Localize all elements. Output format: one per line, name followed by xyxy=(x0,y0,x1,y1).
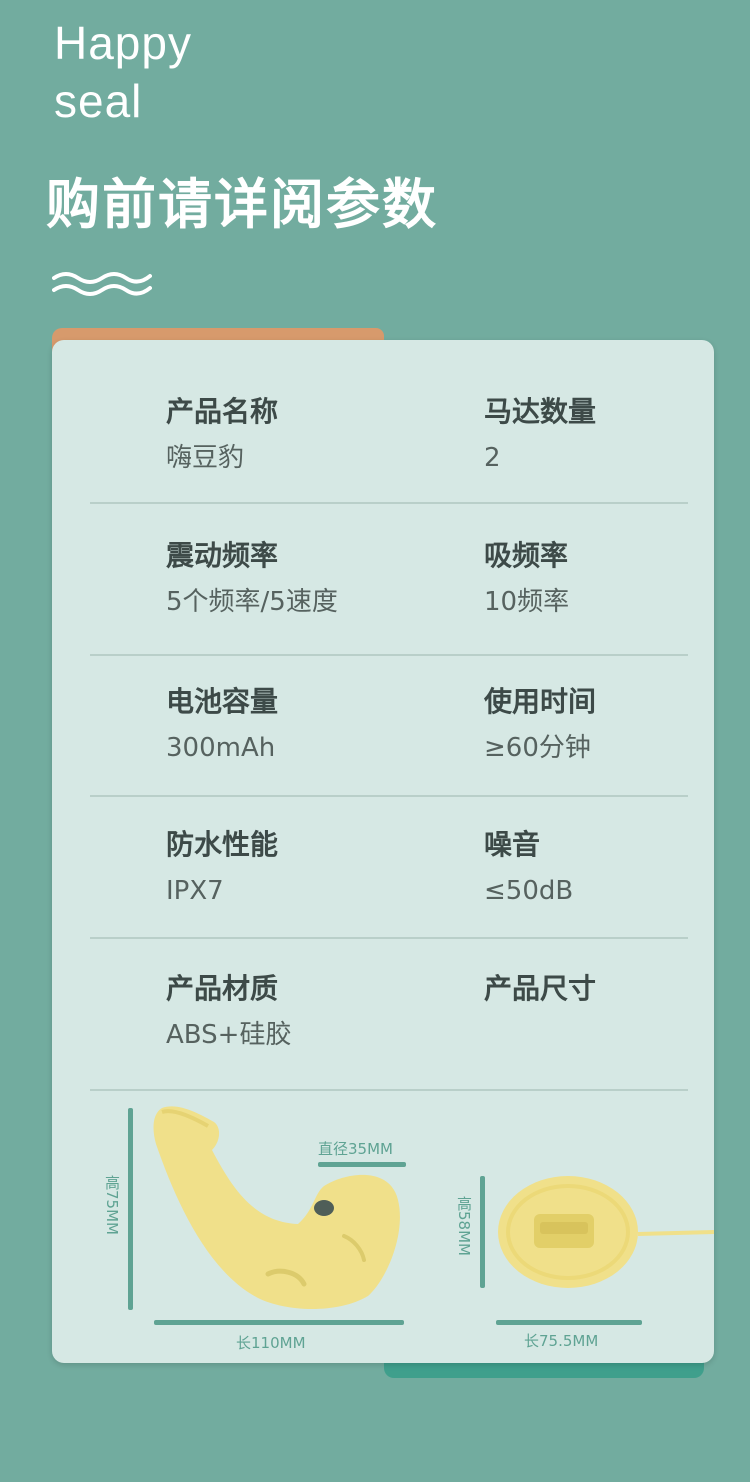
device-diameter-label: 直径35MM xyxy=(318,1140,393,1158)
spec-label: 电池容量 xyxy=(166,685,279,718)
spec-label: 产品名称 xyxy=(166,395,279,428)
brand-line-2: seal xyxy=(54,75,143,127)
device-height-label: 高75MM xyxy=(103,1175,121,1235)
spec-value: ≥60分钟 xyxy=(484,733,591,763)
spec-value: 300mAh xyxy=(166,733,276,763)
base-length-dimension-bar xyxy=(496,1320,642,1325)
spec-cell: 使用时间 ≥60分钟 xyxy=(484,684,596,766)
spec-cell: 防水性能 IPX7 xyxy=(166,827,278,909)
spec-value: ABS+硅胶 xyxy=(166,1020,292,1050)
base-illustration xyxy=(498,1176,714,1288)
spec-value: 5个频率/5速度 xyxy=(166,587,338,617)
diameter-dimension-bar xyxy=(318,1162,406,1167)
spec-cell: 产品名称 嗨豆豹 xyxy=(166,394,278,476)
spec-label: 产品尺寸 xyxy=(484,972,597,1005)
spec-label: 噪音 xyxy=(484,828,541,861)
spec-value: IPX7 xyxy=(166,876,224,906)
spec-label: 产品材质 xyxy=(166,972,279,1005)
device-illustration xyxy=(153,1106,400,1309)
spec-row: 产品材质 ABS+硅胶 产品尺寸 xyxy=(90,937,688,1091)
spec-value: 2 xyxy=(484,443,501,473)
base-height-label: 高58MM xyxy=(455,1196,473,1256)
spec-cell: 电池容量 300mAh xyxy=(166,684,278,766)
spec-row: 产品名称 嗨豆豹 马达数量 2 xyxy=(90,340,688,504)
spec-value: 10频率 xyxy=(484,587,570,617)
spec-cell: 马达数量 2 xyxy=(484,394,596,476)
spec-label: 防水性能 xyxy=(166,828,279,861)
length-dimension-bar xyxy=(154,1320,404,1325)
height-dimension-bar xyxy=(128,1108,133,1310)
page-title: 购前请详阅参数 xyxy=(46,173,438,236)
spec-cell: 噪音 ≤50dB xyxy=(484,827,573,909)
spec-label: 震动频率 xyxy=(166,539,279,572)
base-height-dimension-bar xyxy=(480,1176,485,1288)
spec-card: 产品名称 嗨豆豹 马达数量 2 震动频率 5个频率/5速度 吸频率 10频率 电… xyxy=(52,340,714,1363)
spec-label: 吸频率 xyxy=(484,539,569,572)
spec-row: 震动频率 5个频率/5速度 吸频率 10频率 xyxy=(90,502,688,656)
base-length-label: 长75.5MM xyxy=(524,1332,599,1350)
brand-line-1: Happy xyxy=(54,17,192,69)
spec-cell: 产品尺寸 xyxy=(484,971,596,1017)
device-length-label: 长110MM xyxy=(236,1334,306,1352)
brand-logo: Happy seal xyxy=(54,14,192,130)
spec-label: 马达数量 xyxy=(484,395,597,428)
spec-row: 电池容量 300mAh 使用时间 ≥60分钟 xyxy=(90,654,688,797)
spec-cell: 产品材质 ABS+硅胶 xyxy=(166,971,291,1053)
wave-icon xyxy=(52,272,152,296)
spec-value: ≤50dB xyxy=(484,876,574,906)
spec-cell: 震动频率 5个频率/5速度 xyxy=(166,538,338,620)
spec-label: 使用时间 xyxy=(484,685,597,718)
spec-value: 嗨豆豹 xyxy=(166,443,245,473)
spec-cell: 吸频率 10频率 xyxy=(484,538,569,620)
spec-row: 防水性能 IPX7 噪音 ≤50dB xyxy=(90,795,688,939)
